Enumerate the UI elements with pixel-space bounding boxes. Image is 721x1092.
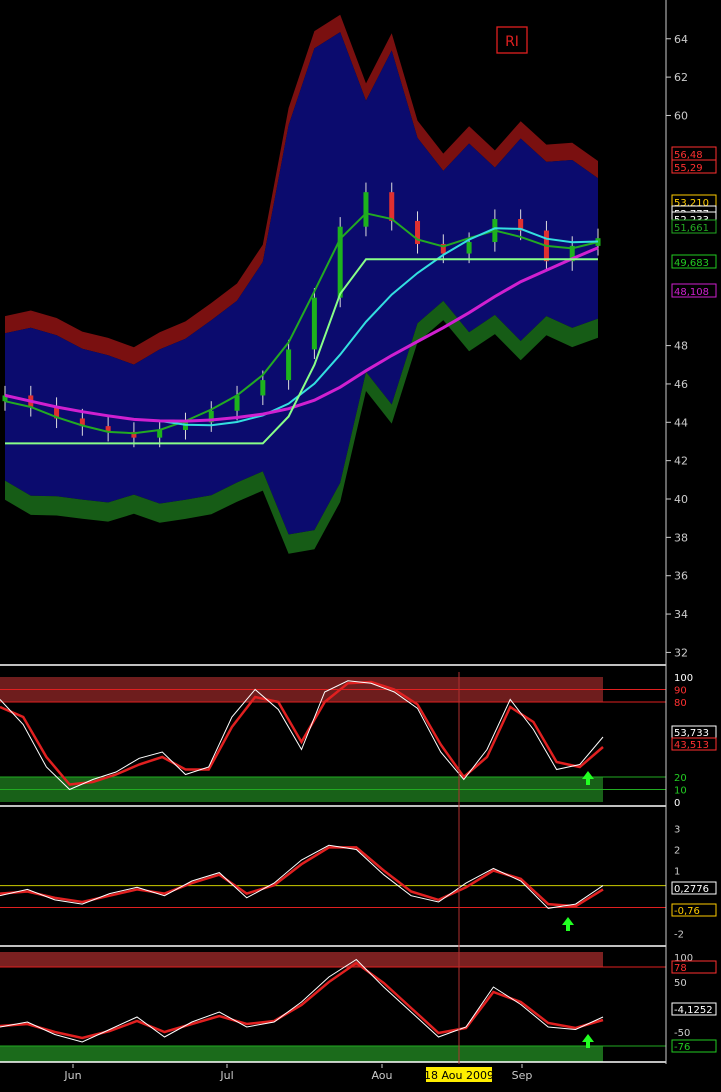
month-tick-label: Jun [63, 1069, 81, 1082]
stoch-level-label: 80 [674, 698, 687, 709]
candle-body [363, 192, 369, 227]
williams-value-label: -76 [674, 1042, 690, 1053]
chart-canvas: 323436384042444648606264321-1-210050-50J… [0, 0, 721, 1088]
williams-value-label: -4,1252 [674, 1005, 713, 1016]
price-marker-label: 49,683 [674, 258, 709, 269]
price-marker-label: 48,108 [674, 287, 709, 298]
williams-value-label: 78 [674, 963, 687, 974]
month-tick-label: Aou [371, 1069, 392, 1082]
candle-body [286, 349, 292, 381]
candle-body [466, 242, 472, 254]
month-tick-label: Jul [219, 1069, 233, 1082]
price-tick-label: 36 [674, 570, 688, 583]
stoch-level-label: 90 [674, 686, 687, 697]
cursor-date-label: 18 Aou 2009 [424, 1069, 494, 1082]
stoch-value-label: 43,513 [674, 740, 709, 751]
momentum-tick-label: 3 [674, 825, 680, 836]
price-tick-label: 44 [674, 416, 688, 429]
momentum-tick-label: -2 [674, 930, 684, 941]
stoch-level-label: 100 [674, 673, 693, 684]
candle-body [234, 395, 240, 411]
momentum-tick-label: 2 [674, 846, 680, 857]
price-tick-label: 32 [674, 646, 688, 659]
price-tick-label: 42 [674, 455, 688, 468]
williams-oversold-zone [0, 1046, 603, 1062]
candle-body [311, 297, 317, 350]
williams-tick-label: 50 [674, 978, 687, 989]
trading-chart: 323436384042444648606264321-1-210050-50J… [0, 0, 721, 1088]
stoch-value-label: 53,733 [674, 728, 709, 739]
price-tick-label: 38 [674, 531, 688, 544]
candle-body [389, 192, 395, 221]
price-tick-label: 46 [674, 378, 688, 391]
price-marker-label: 55,29 [674, 163, 703, 174]
month-tick-label: Sep [512, 1069, 533, 1082]
price-tick-label: 48 [674, 340, 688, 353]
price-tick-label: 64 [674, 33, 688, 46]
price-tick-label: 60 [674, 109, 688, 122]
stoch-level-label: 10 [674, 786, 687, 797]
price-tick-label: 34 [674, 608, 688, 621]
price-tick-label: 62 [674, 71, 688, 84]
price-tick-label: 40 [674, 493, 688, 506]
stoch-level-label: 20 [674, 773, 687, 784]
momentum-value-label: -0,76 [674, 906, 700, 917]
williams-tick-label: -50 [674, 1028, 690, 1039]
price-marker-label: 51,661 [674, 223, 709, 234]
stoch-level-label: 0 [674, 798, 680, 809]
momentum-value-label: 0,2776 [674, 884, 709, 895]
williams-overbought-zone [0, 952, 603, 967]
symbol-label: RI [505, 34, 519, 50]
price-marker-label: 56,48 [674, 150, 703, 161]
candle-body [182, 422, 188, 430]
candle-body [260, 380, 266, 396]
momentum-tick-label: 1 [674, 867, 680, 878]
